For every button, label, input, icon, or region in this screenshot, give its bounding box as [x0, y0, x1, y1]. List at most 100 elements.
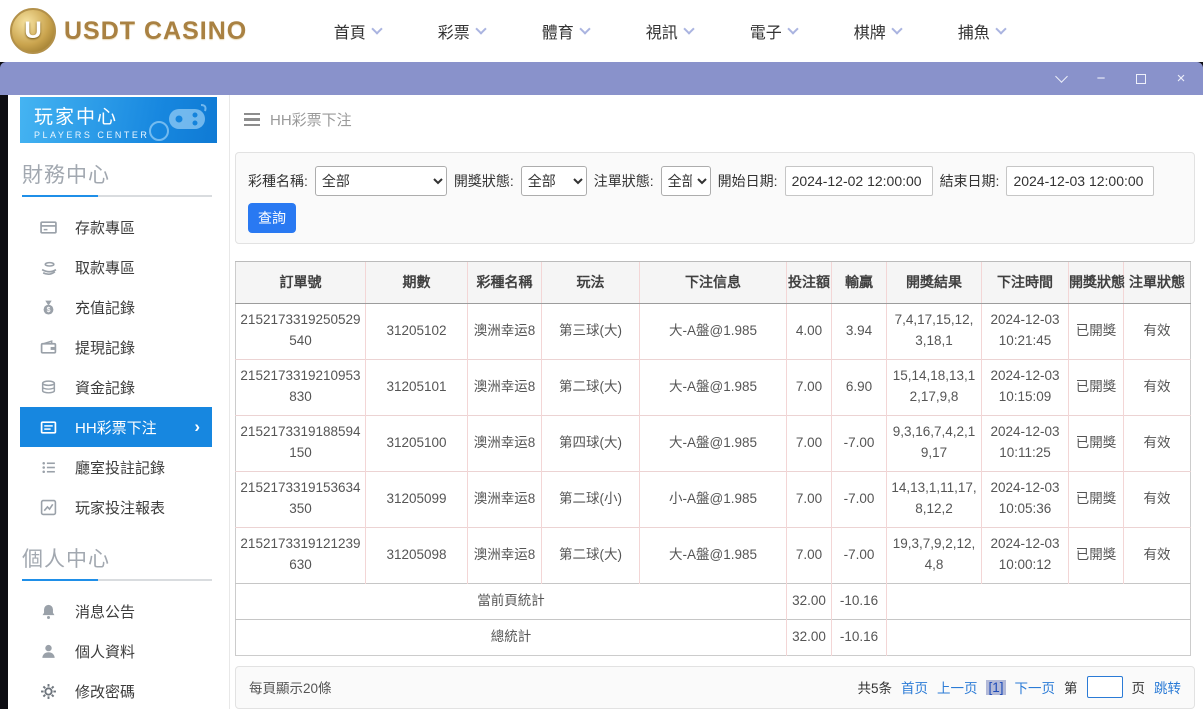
grand-summary-bet-total: 32.00	[786, 618, 832, 656]
clipboard-list-icon	[40, 459, 57, 476]
sidebar-item-profile[interactable]: 個人資料	[20, 631, 212, 671]
gear-icon	[40, 683, 57, 700]
table-cell: 澳洲幸运8	[467, 302, 542, 360]
end-date-label: 結束日期:	[939, 172, 1000, 189]
table-cell: 2152173319153634350	[235, 470, 366, 528]
sidebar-item-change-password[interactable]: 修改密碼	[20, 671, 212, 709]
sidebar-item-deposit[interactable]: 存款專區	[20, 207, 212, 247]
col-draw-result: 開獎結果	[886, 260, 982, 304]
sidebar-item-hh-lottery-bets[interactable]: HH彩票下注 ›	[20, 407, 212, 447]
table-cell: 2024-12-03 10:15:09	[981, 358, 1069, 416]
table-cell: 有效	[1123, 302, 1191, 360]
table-cell: 已開獎	[1068, 302, 1124, 360]
wallet-icon	[40, 339, 57, 356]
nav-item-home[interactable]: 首頁	[305, 19, 409, 43]
hamburger-menu-icon[interactable]	[244, 112, 260, 127]
first-page-link[interactable]: 首页	[901, 677, 928, 697]
table-cell: 澳洲幸运8	[467, 526, 542, 584]
svg-text:$: $	[47, 307, 51, 314]
table-cell: 3.94	[831, 302, 887, 360]
nav-item-slots[interactable]: 電子	[721, 19, 825, 43]
sidebar-item-withdraw[interactable]: 取款專區	[20, 247, 212, 287]
workspace: 玩家中心 PLAYERS CENTER 財務中心 存款專區 取款專區 $ 充值記…	[8, 95, 1203, 709]
nav-item-fishing[interactable]: 捕魚	[929, 19, 1033, 43]
gamepad-icon	[149, 104, 207, 141]
table-row: 2152173319121239630 31205098 澳洲幸运8 第二球(大) 大-…	[235, 526, 1191, 584]
table-cell: -7.00	[831, 526, 887, 584]
order-status-select[interactable]: 全部	[660, 165, 711, 196]
bet-table: 訂單號 期數 彩種名稱 玩法 下注信息 投注額 輸贏 開獎結果 下注時間 開獎狀…	[235, 260, 1191, 656]
chevron-down-icon	[475, 23, 487, 35]
table-cell: 澳洲幸运8	[467, 414, 542, 472]
table-cell: 7.00	[786, 470, 832, 528]
section-divider	[22, 195, 212, 197]
sidebar-item-room-bet-record[interactable]: 廳室投註記錄	[20, 447, 212, 487]
col-bet-info: 下注信息	[639, 260, 787, 304]
bet-table-body: 2152173319250529540 31205102 澳洲幸运8 第三球(大) 大-…	[235, 302, 1191, 584]
prev-page-link[interactable]: 上一页	[937, 677, 978, 697]
window-dropdown-icon[interactable]	[1053, 70, 1069, 87]
table-header-row: 訂單號 期數 彩種名稱 玩法 下注信息 投注額 輸贏 開獎結果 下注時間 開獎狀…	[235, 260, 1191, 304]
sidebar-item-announcements[interactable]: 消息公告	[20, 591, 212, 631]
lottery-name-select[interactable]: 全部	[314, 165, 447, 196]
sidebar-item-recharge-record[interactable]: $ 充值記錄	[20, 287, 212, 327]
window-close-icon[interactable]: ×	[1173, 71, 1189, 87]
jump-button[interactable]: 跳转	[1154, 677, 1181, 697]
nav-item-live[interactable]: 視訊	[617, 19, 721, 43]
sidebar: 玩家中心 PLAYERS CENTER 財務中心 存款專區 取款專區 $ 充值記…	[8, 95, 230, 709]
table-cell: 19,3,7,9,2,12,4,8	[886, 526, 982, 584]
next-page-link[interactable]: 下一页	[1015, 677, 1056, 697]
chevron-down-icon	[579, 23, 591, 35]
personal-center-heading: 個人中心	[22, 548, 110, 571]
casino-logo-text: USDT CASINO	[64, 16, 248, 45]
page-title: HH彩票下注	[270, 111, 352, 129]
grand-summary-empty	[886, 618, 1191, 656]
col-draw-status: 開獎狀態	[1068, 260, 1125, 304]
col-bet-amount: 投注額	[786, 260, 832, 304]
col-order-no: 訂單號	[235, 260, 366, 304]
draw-status-select[interactable]: 全部	[520, 165, 587, 196]
moneybag-icon: $	[40, 299, 57, 316]
col-lottery-name: 彩種名稱	[467, 260, 542, 304]
nav-item-cards[interactable]: 棋牌	[825, 19, 929, 43]
window-minimize-icon[interactable]: −	[1093, 71, 1109, 87]
casino-logo-icon: U	[10, 8, 56, 54]
chevron-down-icon	[891, 23, 903, 35]
table-cell: 大-A盤@1.985	[639, 414, 787, 472]
chevron-down-icon	[995, 23, 1007, 35]
main-content: HH彩票下注 彩種名稱: 全部 開獎狀態: 全部 注單狀態: 全部 開始日期: …	[230, 95, 1203, 709]
sidebar-item-funds-record[interactable]: 資金記錄	[20, 367, 212, 407]
table-cell: 有效	[1123, 414, 1191, 472]
coins-icon	[40, 379, 57, 396]
bell-icon	[40, 603, 57, 620]
table-cell: 大-A盤@1.985	[639, 302, 787, 360]
nav-item-lottery[interactable]: 彩票	[409, 19, 513, 43]
nav-item-sports[interactable]: 體育	[513, 19, 617, 43]
chevron-right-icon: ›	[194, 417, 200, 436]
search-button[interactable]: 查詢	[248, 202, 296, 233]
table-cell: 已開獎	[1068, 526, 1124, 584]
end-date-input[interactable]	[1006, 165, 1155, 196]
jump-page-input[interactable]	[1086, 676, 1123, 699]
casino-logo[interactable]: U USDT CASINO	[10, 8, 247, 54]
filter-panel: 彩種名稱: 全部 開獎狀態: 全部 注單狀態: 全部 開始日期: 結束日期: 查…	[235, 151, 1195, 244]
window-titlebar: − ×	[0, 62, 1203, 95]
page-header: HH彩票下注	[230, 95, 1203, 144]
col-bet-time: 下注時間	[981, 260, 1069, 304]
table-cell: 第三球(大)	[541, 302, 640, 360]
window-maximize-icon[interactable]	[1133, 71, 1149, 87]
grand-summary-label: 總統計	[235, 618, 787, 656]
page-summary-winloss-total: -10.16	[831, 582, 887, 620]
table-cell: 4.00	[786, 302, 832, 360]
sidebar-item-player-report[interactable]: 玩家投注報表	[20, 487, 212, 527]
table-cell: 7.00	[786, 358, 832, 416]
table-cell: 15,14,18,13,12,17,9,8	[886, 358, 982, 416]
table-cell: 31205099	[365, 470, 468, 528]
sidebar-item-withdraw-record[interactable]: 提現記錄	[20, 327, 212, 367]
start-date-input[interactable]	[784, 165, 933, 196]
table-cell: 有效	[1123, 470, 1191, 528]
table-cell: 大-A盤@1.985	[639, 358, 787, 416]
page-summary-label: 當前頁統計	[235, 582, 787, 620]
table-cell: 2152173319250529540	[235, 302, 366, 360]
total-count-text: 共5条	[857, 681, 892, 697]
